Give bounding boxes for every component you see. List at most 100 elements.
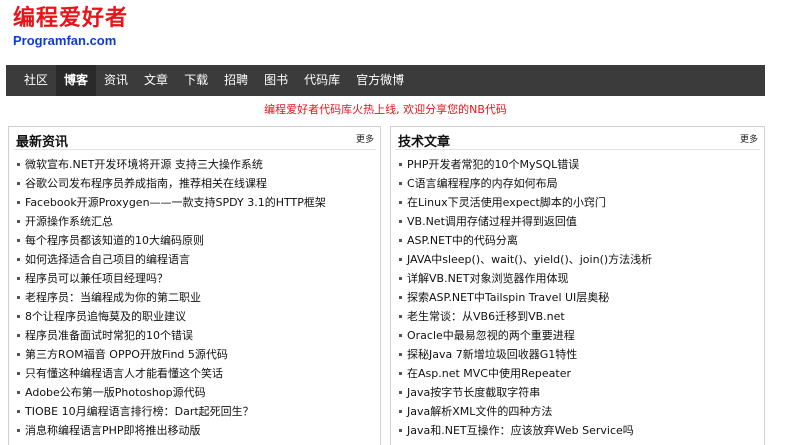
list-item[interactable]: 只有懂这种编程语言人才能看懂这个笑话 — [17, 364, 380, 383]
nav-item-blog[interactable]: 博客 — [56, 65, 97, 96]
list-item[interactable]: 8个让程序员追悔莫及的职业建议 — [17, 307, 380, 326]
list-item[interactable]: ASP.NET中的代码分离 — [399, 231, 764, 250]
bullet-icon — [17, 162, 20, 166]
bullet-icon — [17, 295, 20, 299]
bullet-icon — [17, 181, 20, 185]
list-item[interactable]: PHP开发者常犯的10个MySQL错误 — [399, 155, 764, 174]
item-link[interactable]: 微软宣布.NET开发环境将开源 支持三大操作系统 — [25, 158, 263, 171]
list-item[interactable]: Facebook开源Proxygen——一款支持SPDY 3.1的HTTP框架 — [17, 193, 380, 212]
list-item[interactable]: 探秘Java 7新增垃圾回收器G1特性 — [399, 345, 764, 364]
list-item[interactable]: 程序员准备面试时常犯的10个错误 — [17, 326, 380, 345]
more-link[interactable]: 更多 — [740, 132, 758, 145]
list-item[interactable]: 老程序员：当编程成为你的第二职业 — [17, 288, 380, 307]
item-link[interactable]: C语言编程程序的内存如何布局 — [407, 177, 558, 190]
bullet-icon — [17, 314, 20, 318]
bullet-icon — [399, 238, 402, 242]
bullet-icon — [399, 333, 402, 337]
item-link[interactable]: Java和.NET互操作：应该放弃Web Service吗 — [407, 424, 634, 437]
list-item[interactable]: 程序员可以兼任项目经理吗？ — [17, 269, 380, 288]
list-item[interactable]: 详解VB.NET对象浏览器作用体现 — [399, 269, 764, 288]
bullet-icon — [399, 276, 402, 280]
item-link[interactable]: 程序员可以兼任项目经理吗？ — [25, 272, 168, 285]
item-link[interactable]: 在Linux下灵活使用expect脚本的小窍门 — [407, 196, 606, 209]
site-logo[interactable]: 编程爱好者 Programfan.com — [13, 6, 128, 49]
bullet-icon — [399, 295, 402, 299]
list-item[interactable]: Java解析XML文件的四种方法 — [399, 402, 764, 421]
list-item[interactable]: 第三方ROM福音 OPPO开放Find 5源代码 — [17, 345, 380, 364]
nav-item-official-weibo[interactable]: 官方微博 — [348, 65, 412, 96]
bullet-icon — [399, 428, 402, 432]
bullet-icon — [399, 371, 402, 375]
list-item[interactable]: 微软宣布.NET开发环境将开源 支持三大操作系统 — [17, 155, 380, 174]
bullet-icon — [17, 257, 20, 261]
nav-item-community[interactable]: 社区 — [16, 65, 56, 96]
bullet-icon — [17, 200, 20, 204]
item-link[interactable]: 探索ASP.NET中Tailspin Travel UI层奥秘 — [407, 291, 609, 304]
item-link[interactable]: 探秘Java 7新增垃圾回收器G1特性 — [407, 348, 577, 361]
item-link[interactable]: 只有懂这种编程语言人才能看懂这个笑话 — [25, 367, 223, 380]
list-item[interactable]: C语言编程程序的内存如何布局 — [399, 174, 764, 193]
nav-item-downloads[interactable]: 下载 — [176, 65, 216, 96]
list-item[interactable]: Adobe公布第一版Photoshop源代码 — [17, 383, 380, 402]
list-item[interactable]: 探索ASP.NET中Tailspin Travel UI层奥秘 — [399, 288, 764, 307]
item-link[interactable]: JAVA中sleep()、wait()、yield()、join()方法浅析 — [407, 253, 652, 266]
list-item[interactable]: Java按字节长度截取字符串 — [399, 383, 764, 402]
nav-item-jobs[interactable]: 招聘 — [216, 65, 256, 96]
item-link[interactable]: ASP.NET中的代码分离 — [407, 234, 518, 247]
bullet-icon — [17, 371, 20, 375]
item-link[interactable]: 谷歌公司发布程序员养成指南，推荐相关在线课程 — [25, 177, 267, 190]
list-item[interactable]: JAVA中sleep()、wait()、yield()、join()方法浅析 — [399, 250, 764, 269]
item-link[interactable]: 每个程序员都该知道的10大编码原则 — [25, 234, 204, 247]
bullet-icon — [17, 352, 20, 356]
item-link[interactable]: 开源操作系统汇总 — [25, 215, 113, 228]
list-item[interactable]: 在Linux下灵活使用expect脚本的小窍门 — [399, 193, 764, 212]
item-link[interactable]: 第三方ROM福音 OPPO开放Find 5源代码 — [25, 348, 228, 361]
item-link[interactable]: Java按字节长度截取字符串 — [407, 386, 540, 399]
item-link[interactable]: 消息称编程语言PHP即将推出移动版 — [25, 424, 201, 437]
bullet-icon — [17, 333, 20, 337]
tech-articles-panel: 技术文章 更多 PHP开发者常犯的10个MySQL错误 C语言编程程序的内存如何… — [390, 126, 765, 445]
list-item[interactable]: 如何选择适合自己项目的编程语言 — [17, 250, 380, 269]
list-item[interactable]: 每个程序员都该知道的10大编码原则 — [17, 231, 380, 250]
article-list: PHP开发者常犯的10个MySQL错误 C语言编程程序的内存如何布局 在Linu… — [391, 150, 764, 440]
item-link[interactable]: PHP开发者常犯的10个MySQL错误 — [407, 158, 579, 171]
list-item[interactable]: 老生常谈：从VB6迁移到VB.net — [399, 307, 764, 326]
list-item[interactable]: Oracle中最易忽视的两个重要进程 — [399, 326, 764, 345]
bullet-icon — [399, 200, 402, 204]
list-item[interactable]: 谷歌公司发布程序员养成指南，推荐相关在线课程 — [17, 174, 380, 193]
item-link[interactable]: Facebook开源Proxygen——一款支持SPDY 3.1的HTTP框架 — [25, 196, 326, 209]
nav-item-code-library[interactable]: 代码库 — [296, 65, 348, 96]
item-link[interactable]: 如何选择适合自己项目的编程语言 — [25, 253, 190, 266]
item-link[interactable]: 老生常谈：从VB6迁移到VB.net — [407, 310, 565, 323]
announcement-link[interactable]: 编程爱好者代码库火热上线, 欢迎分享您的NB代码 — [6, 103, 765, 117]
item-link[interactable]: 在Asp.net MVC中使用Repeater — [407, 367, 571, 380]
list-item[interactable]: 开源操作系统汇总 — [17, 212, 380, 231]
bullet-icon — [17, 409, 20, 413]
bullet-icon — [399, 257, 402, 261]
nav-item-articles[interactable]: 文章 — [136, 65, 176, 96]
item-link[interactable]: Adobe公布第一版Photoshop源代码 — [25, 386, 206, 399]
item-link[interactable]: VB.Net调用存储过程并得到返回值 — [407, 215, 577, 228]
list-item[interactable]: 消息称编程语言PHP即将推出移动版 — [17, 421, 380, 440]
list-item[interactable]: Java和.NET互操作：应该放弃Web Service吗 — [399, 421, 764, 440]
item-link[interactable]: 程序员准备面试时常犯的10个错误 — [25, 329, 193, 342]
nav-item-books[interactable]: 图书 — [256, 65, 296, 96]
bullet-icon — [17, 428, 20, 432]
list-item[interactable]: TIOBE 10月编程语言排行榜：Dart起死回生？ — [17, 402, 380, 421]
list-item[interactable]: 在Asp.net MVC中使用Repeater — [399, 364, 764, 383]
item-link[interactable]: 8个让程序员追悔莫及的职业建议 — [25, 310, 186, 323]
news-list: 微软宣布.NET开发环境将开源 支持三大操作系统 谷歌公司发布程序员养成指南，推… — [9, 150, 380, 440]
item-link[interactable]: Oracle中最易忽视的两个重要进程 — [407, 329, 575, 342]
bullet-icon — [17, 276, 20, 280]
item-link[interactable]: TIOBE 10月编程语言排行榜：Dart起死回生？ — [25, 405, 254, 418]
nav-item-news[interactable]: 资讯 — [96, 65, 136, 96]
more-link[interactable]: 更多 — [356, 132, 374, 145]
logo-english-text: Programfan.com — [13, 33, 117, 48]
bullet-icon — [399, 390, 402, 394]
list-item[interactable]: VB.Net调用存储过程并得到返回值 — [399, 212, 764, 231]
item-link[interactable]: 详解VB.NET对象浏览器作用体现 — [407, 272, 568, 285]
item-link[interactable]: Java解析XML文件的四种方法 — [407, 405, 552, 418]
main-nav: 社区 博客 资讯 文章 下载 招聘 图书 代码库 官方微博 — [6, 65, 765, 96]
panel-header: 最新资讯 更多 — [13, 127, 376, 150]
item-link[interactable]: 老程序员：当编程成为你的第二职业 — [25, 291, 201, 304]
